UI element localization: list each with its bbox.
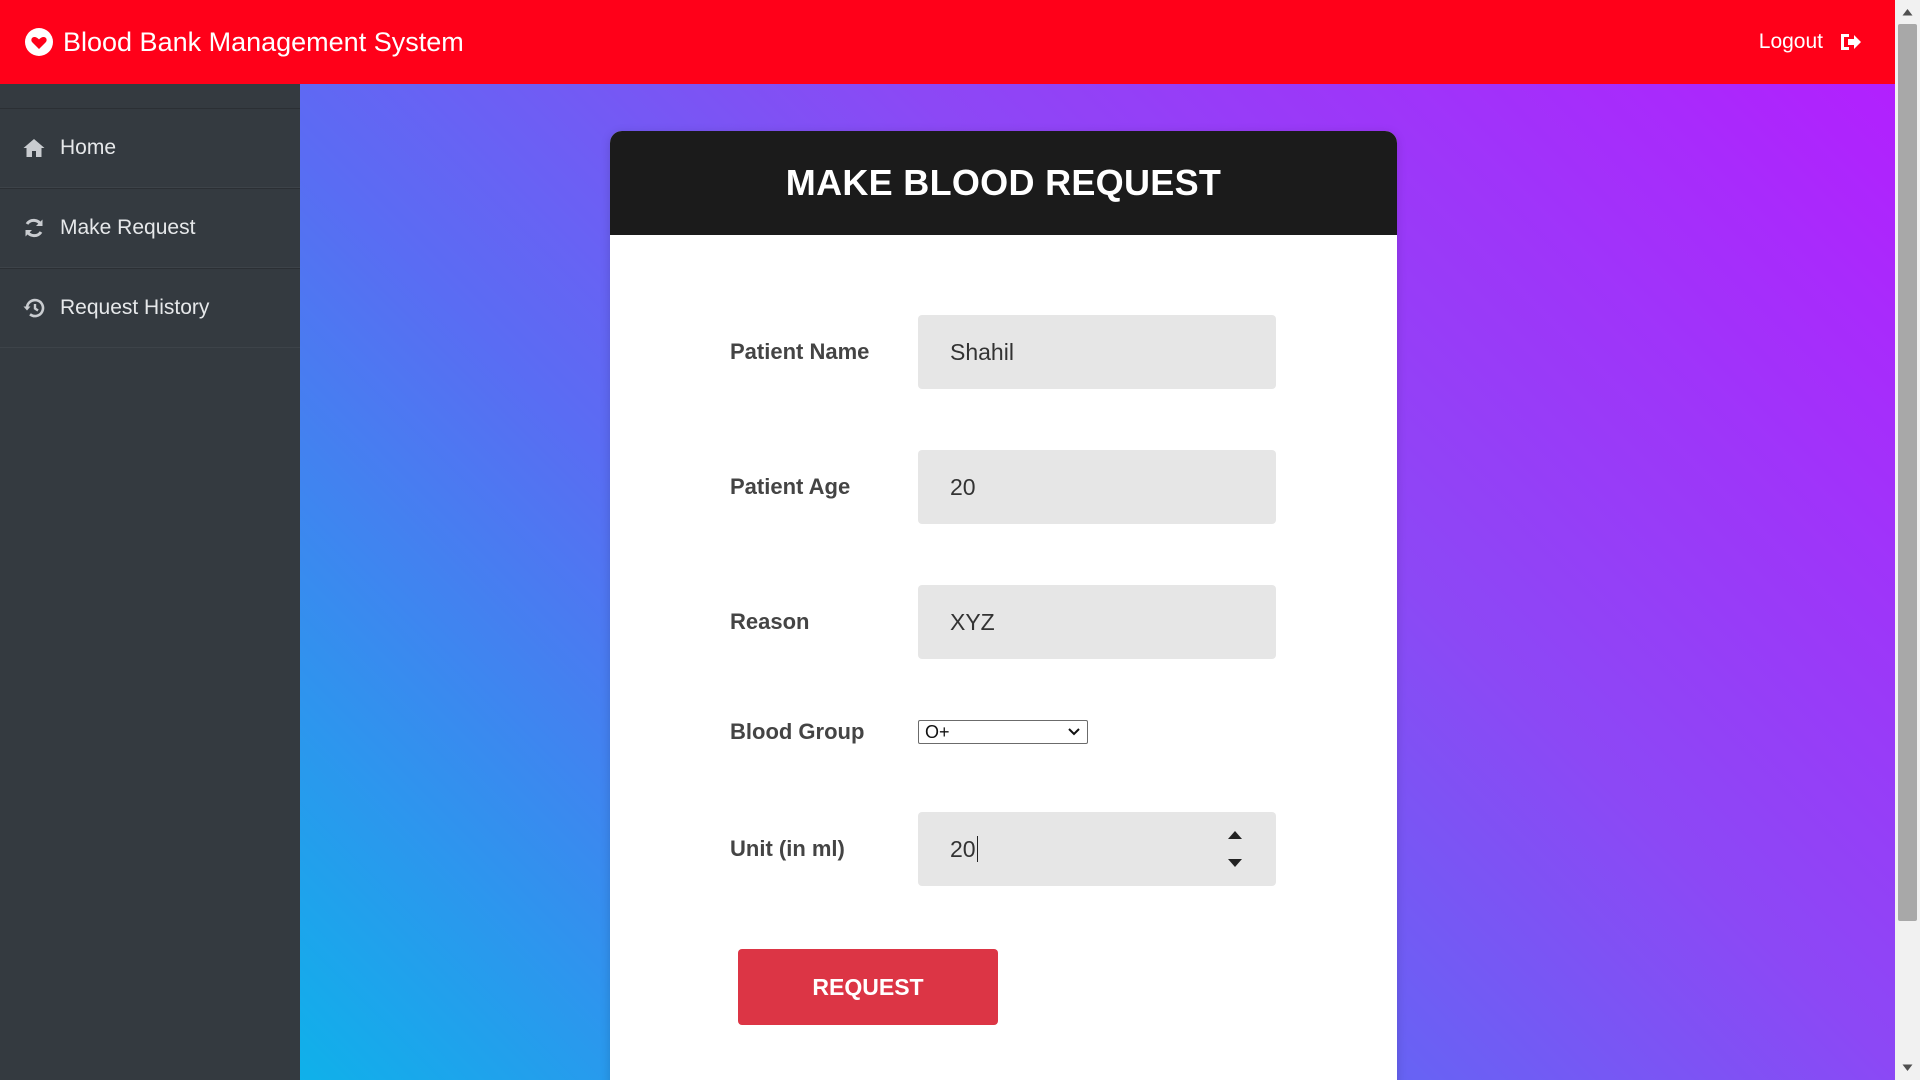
- sidebar-item-label: Home: [60, 136, 117, 159]
- brand[interactable]: Blood Bank Management System: [24, 24, 464, 60]
- sidebar: Home Make Request Request History: [0, 84, 300, 1080]
- scroll-thumb[interactable]: [1898, 24, 1917, 921]
- heart-icon: [25, 28, 53, 56]
- unit-label: Unit (in ml): [730, 836, 845, 861]
- logout-label: Logout: [1758, 30, 1823, 53]
- patient-name-input[interactable]: Shahil: [918, 315, 1276, 389]
- app-title: Blood Bank Management System: [63, 27, 464, 57]
- sidebar-item-request-history[interactable]: Request History: [0, 268, 300, 348]
- main-content: MAKE BLOOD REQUEST Patient Name Shahil P…: [300, 84, 1895, 1080]
- scroll-down-icon[interactable]: [1902, 1064, 1913, 1072]
- request-form-card: MAKE BLOOD REQUEST Patient Name Shahil P…: [610, 131, 1397, 1080]
- unit-row: Unit (in ml) 20: [730, 812, 1276, 886]
- request-button[interactable]: REQUEST: [738, 949, 998, 1025]
- spin-up-icon[interactable]: [1227, 830, 1243, 840]
- patient-age-row: Patient Age 20: [730, 450, 1276, 524]
- text-caret: [976, 836, 978, 862]
- unit-spinner[interactable]: [1224, 812, 1246, 886]
- reason-input[interactable]: XYZ: [918, 585, 1276, 659]
- vertical-scrollbar[interactable]: [1895, 0, 1920, 1080]
- form-heading: MAKE BLOOD REQUEST: [610, 131, 1397, 235]
- patient-name-label: Patient Name: [730, 339, 870, 364]
- sidebar-item-home[interactable]: Home: [0, 108, 300, 188]
- unit-input[interactable]: 20: [918, 812, 1276, 886]
- patient-age-input[interactable]: 20: [918, 450, 1276, 524]
- unit-value: 20: [950, 835, 976, 862]
- top-navbar: Blood Bank Management System Logout: [0, 0, 1895, 84]
- sidebar-item-label: Request History: [60, 296, 210, 319]
- patient-age-label: Patient Age: [730, 474, 851, 499]
- sidebar-item-make-request[interactable]: Make Request: [0, 188, 300, 268]
- history-icon: [23, 298, 45, 318]
- sidebar-item-label: Make Request: [60, 216, 196, 239]
- patient-name-row: Patient Name Shahil: [730, 315, 1276, 389]
- scroll-up-icon[interactable]: [1902, 8, 1913, 16]
- blood-group-label: Blood Group: [730, 719, 865, 744]
- home-icon: [23, 139, 45, 157]
- blood-group-select[interactable]: O+: [918, 720, 1088, 744]
- reason-label: Reason: [730, 609, 810, 634]
- spin-down-icon[interactable]: [1227, 858, 1243, 868]
- logout-link[interactable]: Logout: [1759, 26, 1863, 58]
- blood-group-row: Blood Group O+: [730, 719, 1088, 745]
- reason-row: Reason XYZ: [730, 585, 1276, 659]
- refresh-icon: [25, 218, 43, 238]
- chevron-down-icon: [1068, 728, 1080, 736]
- blood-group-selected-value: O+: [925, 721, 950, 742]
- sign-out-icon: [1841, 34, 1861, 50]
